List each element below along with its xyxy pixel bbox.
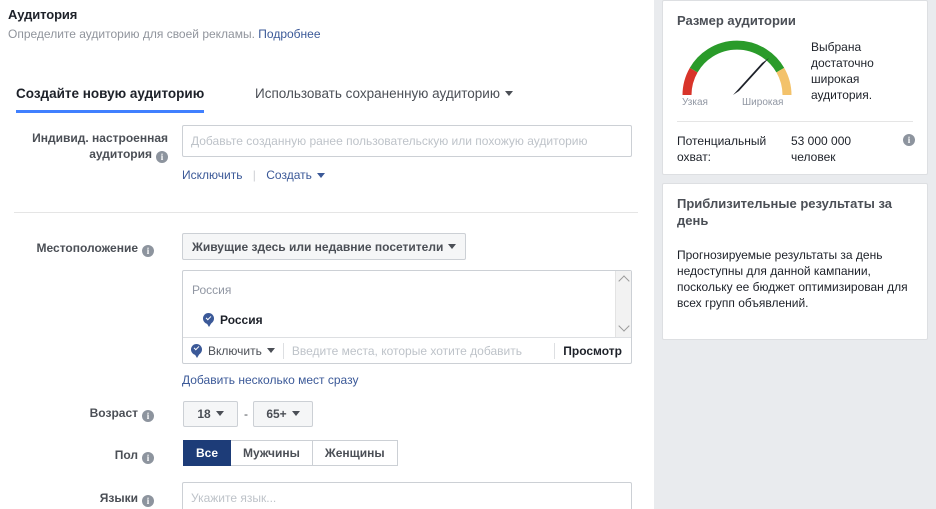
potential-reach-label: Потенциальный охват: (677, 134, 767, 164)
custom-audience-links: Исключить | Создать (182, 168, 325, 182)
info-icon[interactable]: i (156, 151, 168, 163)
location-list-item[interactable]: Россия (203, 313, 263, 327)
age-max-dropdown[interactable]: 65+ (253, 401, 313, 427)
page-title: Аудитория (8, 7, 78, 22)
custom-audience-input[interactable]: Добавьте созданную ранее пользовательску… (182, 125, 632, 157)
info-icon[interactable]: i (903, 134, 915, 146)
chevron-down-icon (215, 411, 224, 416)
audience-size-title: Размер аудитории (677, 13, 796, 28)
tab-active-underline (16, 110, 205, 113)
gauge-high-label: Широкая (742, 97, 784, 108)
age-min-dropdown[interactable]: 18 (183, 401, 238, 427)
gender-label: Пол i (0, 447, 154, 464)
exclude-link[interactable]: Исключить (182, 168, 242, 182)
learn-more-link[interactable]: Подробнее (258, 27, 320, 41)
create-link[interactable]: Создать (266, 168, 312, 182)
chevron-down-icon[interactable] (618, 320, 630, 332)
info-icon[interactable]: i (142, 245, 154, 257)
gauge-low-label: Узкая (682, 97, 708, 108)
gender-segmented-control: Все Мужчины Женщины (183, 440, 398, 466)
create-chevron-down-icon[interactable] (316, 172, 325, 178)
age-label: Возраст i (0, 405, 154, 422)
locations-group-header: Россия (192, 283, 232, 297)
location-mode-dropdown[interactable]: Живущие здесь или недавние посетители (182, 233, 467, 260)
age-max-value: 65+ (266, 407, 287, 421)
map-pin-icon (203, 313, 214, 327)
custom-audience-label-line1: Индивид. настроенная (32, 131, 168, 145)
tab-use-saved-audience-label: Использовать сохраненную аудиторию (255, 86, 500, 101)
location-mode-label: Живущие здесь или недавние посетители (192, 239, 444, 254)
languages-label: Языки i (0, 490, 154, 507)
chevron-up-icon[interactable] (618, 275, 630, 287)
audience-size-gauge: Узкая Широкая Выбрана достаточно широкая… (663, 35, 927, 121)
section-divider (14, 212, 638, 213)
locations-footer: Включить Введите места, которые хотите д… (183, 337, 631, 363)
gauge-svg (682, 40, 792, 96)
audience-size-verdict: Выбрана достаточно широкая аудитория. (811, 40, 874, 102)
bulk-add-places-link[interactable]: Добавить несколько мест сразу (182, 373, 358, 387)
places-search-input[interactable]: Введите места, которые хотите добавить (292, 344, 546, 358)
right-rail: Размер аудитории Узкая Широкая Выбрана д… (654, 0, 936, 509)
info-icon[interactable]: i (142, 410, 154, 422)
map-pin-icon (191, 343, 202, 358)
languages-input[interactable]: Укажите язык... (182, 482, 632, 509)
info-icon[interactable]: i (142, 452, 154, 464)
chevron-down-icon (448, 243, 457, 249)
location-label-text: Местоположение (36, 241, 138, 255)
location-label: Местоположение i (0, 240, 154, 257)
custom-audience-placeholder: Добавьте созданную ранее пользовательску… (191, 134, 588, 148)
audience-form-panel: Аудитория Определите аудиторию для своей… (0, 0, 654, 509)
age-range-separator: - (244, 407, 248, 421)
languages-placeholder: Укажите язык... (191, 491, 277, 505)
page-subtitle-text: Определите аудиторию для своей рекламы. (8, 27, 255, 41)
link-separator: | (252, 168, 256, 182)
audience-targeting-screen: Аудитория Определите аудиторию для своей… (0, 0, 936, 509)
chevron-down-icon (291, 411, 300, 416)
daily-results-title: Приблизительные результаты за день (677, 196, 893, 228)
potential-reach-value: 53 000 000 человек (791, 134, 852, 164)
tab-create-new-audience-label: Создайте новую аудиторию (16, 86, 205, 101)
chevron-down-icon (266, 347, 275, 353)
gender-option-all[interactable]: Все (183, 440, 232, 466)
preview-button[interactable]: Просмотр (563, 344, 631, 358)
languages-label-text: Языки (99, 491, 138, 505)
page-subtitle: Определите аудиторию для своей рекламы. … (8, 27, 321, 41)
age-label-text: Возраст (89, 406, 138, 420)
footer-separator-2 (554, 342, 556, 359)
age-min-value: 18 (197, 407, 211, 421)
location-list-item-label: Россия (220, 313, 263, 327)
custom-audience-label-line2: аудитория (89, 147, 152, 161)
include-mode-dropdown[interactable]: Включить (183, 343, 275, 358)
locations-list: Россия Россия (183, 271, 631, 337)
potential-reach-row: Потенциальный охват: 53 000 000 человек … (663, 122, 927, 170)
locations-box: Россия Россия Включить Введите места, ко… (182, 270, 632, 364)
daily-results-card: Приблизительные результаты за день Прогн… (662, 183, 928, 340)
audience-tabs: Создайте новую аудиторию Использовать со… (0, 77, 654, 113)
include-mode-label: Включить (208, 343, 262, 358)
locations-scrollbar[interactable] (615, 271, 631, 337)
bulk-add-row: Добавить несколько мест сразу (182, 373, 358, 387)
chevron-down-icon (504, 91, 513, 97)
footer-separator (282, 342, 284, 359)
gender-option-men[interactable]: Мужчины (231, 440, 313, 466)
custom-audience-label: Индивид. настроенная аудитория i (0, 130, 168, 163)
tab-use-saved-audience[interactable]: Использовать сохраненную аудиторию (255, 77, 513, 110)
gender-option-women[interactable]: Женщины (312, 440, 398, 466)
tab-create-new-audience[interactable]: Создайте новую аудиторию (16, 77, 205, 113)
gender-label-text: Пол (114, 448, 138, 462)
audience-size-card: Размер аудитории Узкая Широкая Выбрана д… (662, 0, 928, 175)
info-icon[interactable]: i (142, 495, 154, 507)
daily-results-body: Прогнозируемые результаты за день недост… (677, 248, 908, 310)
